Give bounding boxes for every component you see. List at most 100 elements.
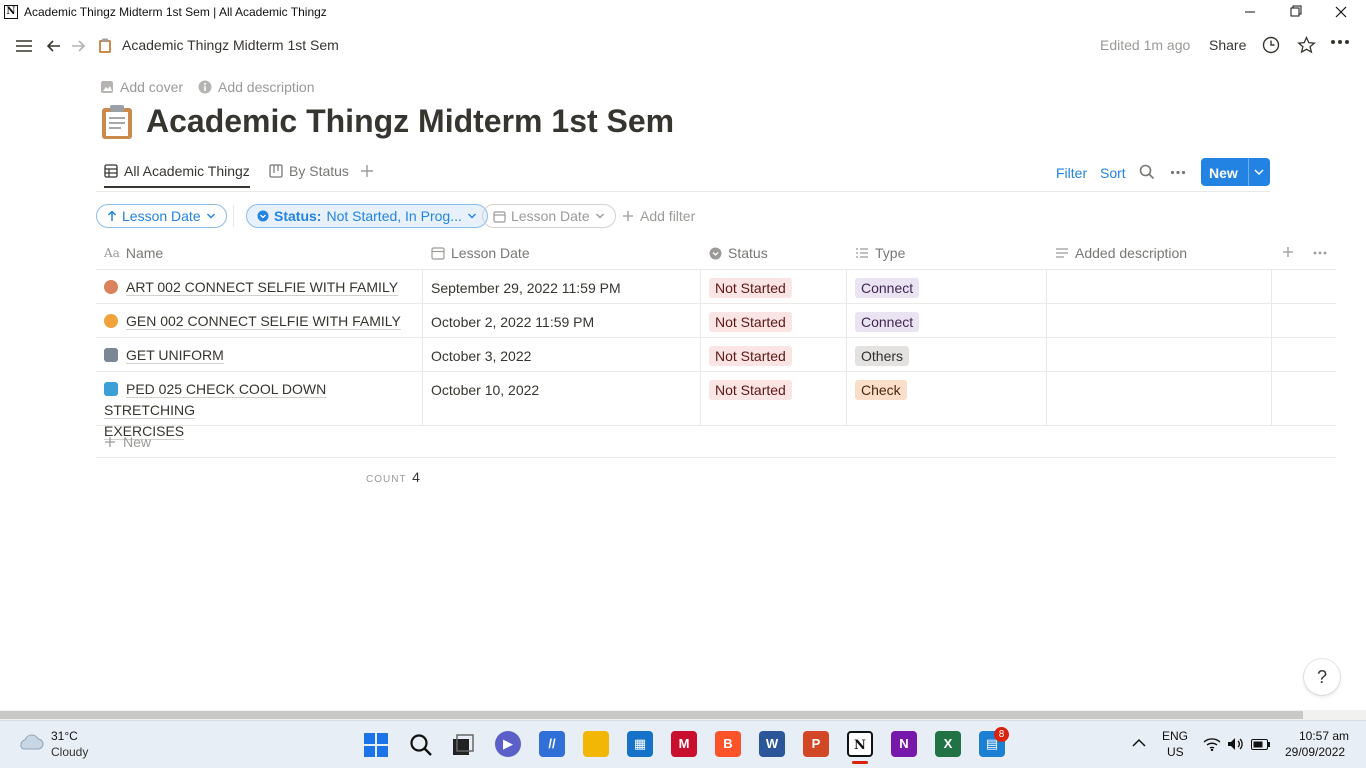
add-column-icon[interactable]	[1282, 246, 1294, 258]
type-badge[interactable]: Check	[855, 380, 907, 400]
chat-icon[interactable]: ▶	[495, 731, 521, 757]
back-arrow-icon[interactable]	[45, 37, 63, 55]
start-icon[interactable]	[364, 733, 388, 757]
file-explorer-icon[interactable]	[583, 731, 609, 757]
table-header: Aa Name Lesson Date Status Type Added de…	[96, 236, 1336, 270]
weather-desc[interactable]: Cloudy	[51, 745, 88, 759]
search-icon[interactable]	[1139, 164, 1155, 180]
brave-icon[interactable]: B	[715, 731, 741, 757]
description-cell[interactable]	[1047, 372, 1272, 425]
column-label: Type	[875, 245, 906, 261]
volume-icon[interactable]	[1227, 737, 1245, 751]
status-badge[interactable]: Not Started	[709, 312, 792, 332]
status-badge[interactable]: Not Started	[709, 346, 792, 366]
excel-icon[interactable]: X	[935, 731, 961, 757]
powerpoint-icon[interactable]: P	[803, 731, 829, 757]
column-type[interactable]: Type	[855, 245, 905, 261]
row-count[interactable]: COUNT 4	[366, 469, 420, 485]
row-date: October 2, 2022 11:59 PM	[431, 314, 595, 330]
tab-by-status[interactable]: By Status	[269, 163, 349, 179]
plus-icon	[622, 210, 634, 222]
horizontal-scrollbar[interactable]	[0, 710, 1366, 720]
description-cell[interactable]	[1047, 270, 1272, 303]
list-icon	[855, 247, 869, 259]
column-status[interactable]: Status	[709, 245, 768, 261]
type-badge[interactable]: Connect	[855, 312, 920, 332]
filter-button[interactable]: Filter	[1056, 165, 1087, 181]
view-more-icon[interactable]	[1170, 170, 1186, 175]
add-filter-label: Add filter	[640, 208, 696, 224]
share-button[interactable]: Share	[1209, 37, 1246, 53]
clock-icon[interactable]	[1262, 36, 1280, 54]
type-badge[interactable]: Connect	[855, 278, 920, 298]
column-added-description[interactable]: Added description	[1055, 245, 1187, 261]
search-icon[interactable]	[409, 733, 433, 757]
count-label: COUNT	[366, 474, 407, 485]
chevron-up-icon[interactable]	[1132, 738, 1146, 748]
notion-icon[interactable]: N	[847, 731, 873, 757]
status-filter-chip[interactable]: Status: Not Started, In Prog...	[246, 204, 488, 228]
word-icon[interactable]: W	[759, 731, 785, 757]
date-filter-chip[interactable]: Lesson Date	[482, 204, 616, 228]
sort-chip-label: Lesson Date	[122, 208, 201, 224]
wifi-icon[interactable]	[1203, 737, 1221, 751]
cloud-icon[interactable]	[16, 731, 44, 753]
table-row[interactable]: GEN 002 CONNECT SELFIE WITH FAMILY Octob…	[96, 304, 1336, 338]
region-label[interactable]: US	[1167, 745, 1184, 759]
description-cell[interactable]	[1047, 338, 1272, 371]
onenote-icon[interactable]: N	[891, 731, 917, 757]
new-button[interactable]: New	[1201, 158, 1270, 186]
store-icon[interactable]: ▦	[627, 731, 653, 757]
column-label: Name	[125, 245, 164, 261]
add-row-button[interactable]: New	[96, 426, 1336, 458]
add-row-label: New	[123, 434, 152, 450]
add-filter-button[interactable]: Add filter	[612, 204, 705, 228]
minimize-button[interactable]	[1230, 2, 1270, 22]
add-cover-label: Add cover	[120, 79, 184, 95]
app-icon[interactable]: //	[539, 731, 565, 757]
chevron-down-icon	[206, 211, 216, 221]
add-cover-button[interactable]: Add cover	[100, 79, 183, 95]
battery-icon[interactable]	[1251, 739, 1271, 750]
restore-button[interactable]	[1275, 2, 1315, 22]
column-lesson-date[interactable]: Lesson Date	[431, 245, 530, 261]
row-name[interactable]: GEN 002 CONNECT SELFIE WITH FAMILY	[104, 311, 416, 332]
description-cell[interactable]	[1047, 304, 1272, 337]
language-label[interactable]: ENG	[1162, 729, 1188, 743]
page-title[interactable]: Academic Thingz Midterm 1st Sem	[146, 103, 674, 140]
clock-time[interactable]: 10:57 am	[1299, 729, 1349, 743]
close-button[interactable]	[1321, 2, 1361, 22]
view-tabs: All Academic Thingz By Status	[96, 156, 1270, 192]
breadcrumb[interactable]: Academic Thingz Midterm 1st Sem	[122, 37, 339, 53]
column-label: Lesson Date	[451, 245, 530, 261]
type-badge[interactable]: Others	[855, 346, 910, 366]
table-row[interactable]: ART 002 CONNECT SELFIE WITH FAMILY Septe…	[96, 270, 1336, 304]
star-icon[interactable]	[1297, 36, 1316, 54]
clock-date[interactable]: 29/09/2022	[1285, 745, 1345, 759]
forward-arrow-icon[interactable]	[69, 37, 87, 55]
scrollbar-thumb[interactable]	[0, 711, 1303, 719]
column-name[interactable]: Aa Name	[104, 245, 163, 261]
add-view-icon[interactable]	[360, 164, 374, 178]
page-icon[interactable]	[100, 104, 134, 140]
task-view-icon[interactable]	[452, 734, 474, 756]
sort-button[interactable]: Sort	[1100, 165, 1126, 181]
tab-all-academic-thingz[interactable]: All Academic Thingz	[104, 163, 250, 188]
plus-icon	[104, 436, 116, 448]
row-name[interactable]: GET UNIFORM	[104, 345, 416, 366]
menu-icon[interactable]	[14, 38, 34, 54]
weather-temp[interactable]: 31°C	[51, 729, 78, 743]
add-description-button[interactable]: Add description	[198, 79, 315, 95]
chevron-down-icon[interactable]	[1253, 164, 1265, 180]
column-options-icon[interactable]	[1313, 251, 1327, 255]
mcafee-icon[interactable]: M	[671, 731, 697, 757]
table-row[interactable]: PED 025 CHECK COOL DOWN STRETCHING EXERCI…	[96, 372, 1336, 439]
status-badge[interactable]: Not Started	[709, 380, 792, 400]
active-indicator	[852, 761, 868, 764]
help-button[interactable]: ?	[1304, 659, 1340, 695]
status-badge[interactable]: Not Started	[709, 278, 792, 298]
table-row[interactable]: GET UNIFORM October 3, 2022 Not Started …	[96, 338, 1336, 372]
more-options-icon[interactable]	[1330, 39, 1350, 45]
sort-chip[interactable]: Lesson Date	[96, 204, 227, 228]
row-name[interactable]: ART 002 CONNECT SELFIE WITH FAMILY	[104, 277, 416, 298]
